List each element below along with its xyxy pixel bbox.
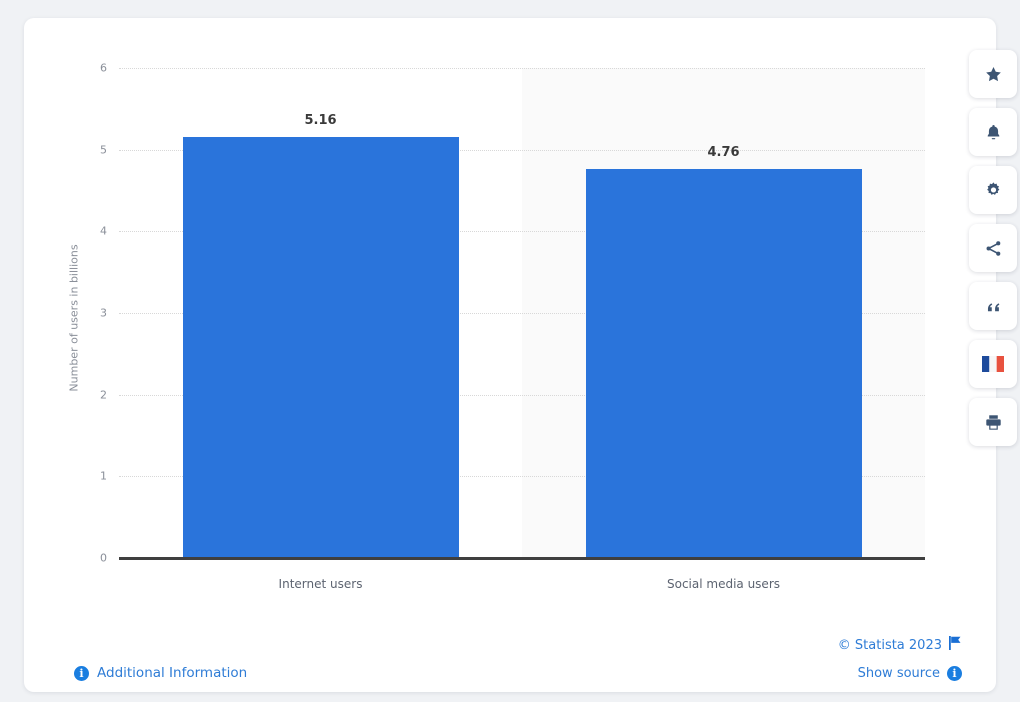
bar-social-media-users[interactable]	[585, 169, 862, 558]
bar-value-label-2: 4.76	[707, 145, 740, 161]
category-label-2: Social media users	[666, 577, 781, 591]
share-button[interactable]	[969, 224, 1017, 272]
show-source-link[interactable]: Show source i	[838, 666, 962, 681]
chart-card: Number of users in billions 0 1 2 3 4 5 6 5.16…	[24, 18, 1017, 693]
y-axis-tick-label: 2	[100, 388, 107, 402]
favorite-icon	[984, 65, 1003, 84]
citation-quote-icon	[984, 297, 1003, 316]
y-axis-title: Number of users in billions	[67, 244, 81, 392]
bar-group-2: 4.76 Social media users	[522, 68, 925, 591]
citation-button[interactable]	[969, 282, 1017, 330]
favorite-button[interactable]	[969, 50, 1017, 98]
print-button[interactable]	[969, 398, 1017, 446]
print-icon	[984, 413, 1003, 432]
y-axis-tick-label: 4	[100, 224, 107, 238]
language-button[interactable]	[969, 340, 1017, 388]
y-axis-tick-label: 3	[100, 306, 107, 320]
share-icon	[984, 239, 1003, 258]
flag-icon	[949, 636, 962, 654]
french-flag-icon	[982, 356, 1004, 372]
show-source-label: Show source	[857, 666, 940, 681]
settings-button[interactable]	[969, 166, 1017, 214]
y-axis-tick-label: 1	[100, 469, 107, 483]
bar-internet-users[interactable]	[182, 136, 459, 558]
footer-right: © Statista 2023 Show source i	[838, 636, 962, 693]
y-axis-tick-label: 5	[100, 143, 107, 157]
bar-group-1: 5.16 Internet users	[119, 68, 522, 591]
bar-value-label-1: 5.16	[304, 112, 337, 128]
additional-information-label: Additional Information	[97, 665, 248, 681]
x-axis-line	[119, 557, 925, 560]
copyright-label: © Statista 2023	[837, 637, 942, 653]
y-axis-tick-label: 6	[100, 61, 107, 75]
category-label-1: Internet users	[278, 577, 363, 591]
info-icon-source: i	[947, 666, 962, 681]
copyright-line: © Statista 2023	[838, 636, 962, 654]
y-axis-tick-label: 0	[100, 551, 107, 565]
chart-toolbar	[969, 50, 1017, 446]
info-icon: i	[74, 665, 89, 681]
settings-gear-icon	[984, 181, 1003, 200]
plot-area: 0 1 2 3 4 5 6 5.16 Internet users 4.76 Social …	[100, 62, 925, 591]
additional-information-link[interactable]: i Additional Information	[74, 665, 247, 681]
notification-button[interactable]	[969, 108, 1017, 156]
notification-bell-icon	[984, 123, 1003, 142]
